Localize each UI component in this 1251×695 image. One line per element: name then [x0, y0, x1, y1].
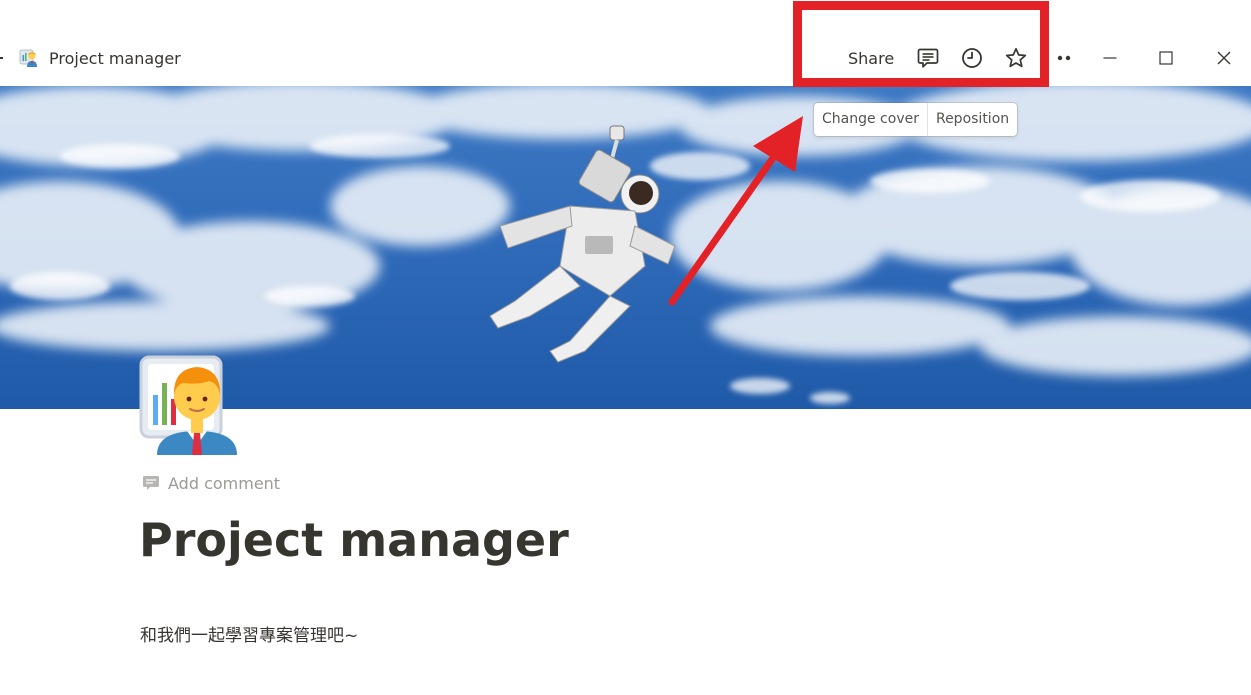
- page-icon[interactable]: [139, 355, 239, 455]
- close-icon: [1217, 51, 1231, 65]
- comments-button[interactable]: [914, 44, 942, 72]
- maximize-window-button[interactable]: [1151, 44, 1181, 72]
- breadcrumb-page-icon[interactable]: [19, 48, 39, 68]
- more-dots-icon: [1057, 55, 1071, 61]
- comment-icon: [143, 476, 159, 490]
- clock-icon: [962, 48, 982, 68]
- reposition-cover-button[interactable]: Reposition: [926, 103, 1017, 136]
- close-window-button[interactable]: [1209, 44, 1239, 72]
- sidebar-edge-icon: [0, 57, 3, 59]
- add-comment-label: Add comment: [168, 473, 281, 493]
- notion-page-window: Project manager Share Change cover Repos…: [0, 0, 1251, 695]
- page-body-text[interactable]: 和我們一起學習專案管理吧~: [140, 623, 358, 649]
- top-bar: Project manager Share: [0, 0, 1251, 86]
- favorite-button[interactable]: [1002, 44, 1030, 72]
- star-icon: [1005, 47, 1027, 68]
- add-comment-button[interactable]: Add comment: [142, 472, 280, 494]
- breadcrumb-title[interactable]: Project manager: [49, 48, 181, 70]
- minimize-window-button[interactable]: [1095, 44, 1125, 72]
- more-options-button[interactable]: [1050, 44, 1078, 72]
- minimize-icon: [1103, 57, 1117, 59]
- cover-controls: Change cover Reposition: [814, 103, 1018, 136]
- comment-icon: [917, 48, 939, 68]
- page-title[interactable]: Project manager: [139, 510, 569, 570]
- change-cover-button[interactable]: Change cover: [814, 103, 927, 136]
- maximize-icon: [1159, 51, 1173, 65]
- share-button[interactable]: Share: [848, 47, 894, 71]
- updates-history-button[interactable]: [958, 44, 986, 72]
